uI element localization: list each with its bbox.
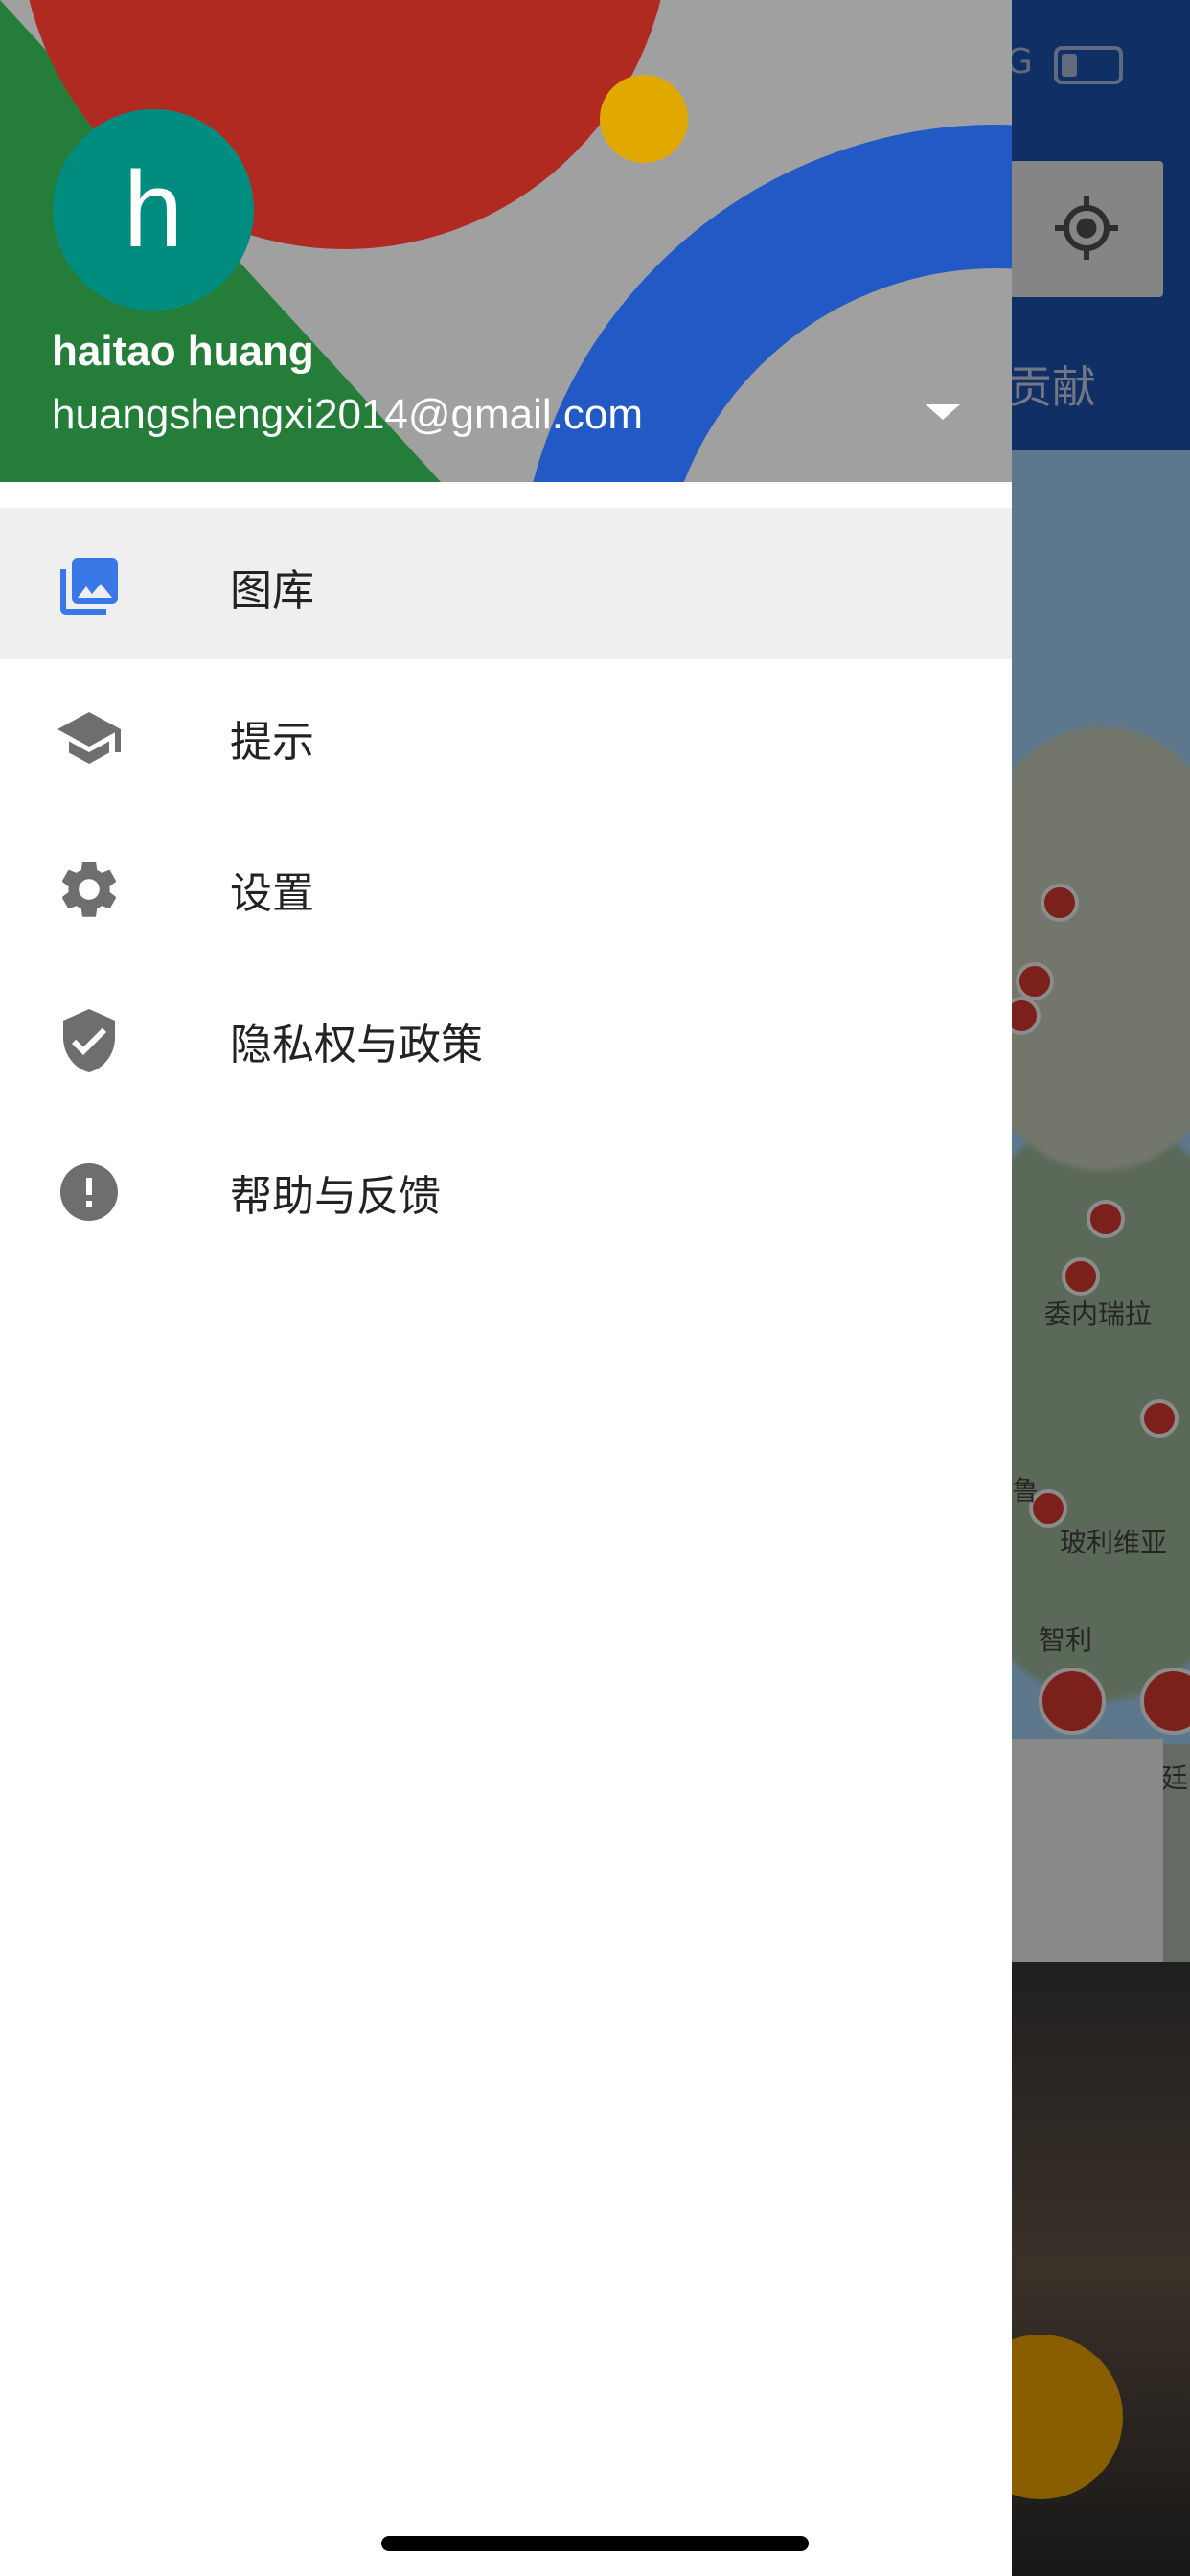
menu-item-label: 隐私权与政策 (230, 1021, 483, 1070)
menu-item-label: 帮助与反馈 (230, 1172, 441, 1221)
menu-item-gallery[interactable]: 图库 (0, 508, 1012, 659)
avatar[interactable]: h (53, 109, 254, 310)
shield-check-icon (63, 1009, 115, 1072)
menu-item-label: 提示 (230, 718, 314, 767)
home-indicator[interactable] (381, 2536, 809, 2551)
menu-item-settings[interactable]: 设置 (0, 811, 1012, 962)
photo-library-icon (60, 558, 118, 615)
screen: G 贡献 委内瑞拉 鲁 玻利维亚 智利 廷 h haitao huang hua… (0, 0, 1190, 2576)
account-switcher-dropdown-icon[interactable] (918, 395, 968, 433)
menu-item-label: 图库 (230, 566, 314, 615)
school-icon (57, 712, 121, 764)
drawer-header: h haitao huang huangshengxi2014@gmail.co… (0, 0, 1012, 482)
user-name: haitao huang (52, 328, 314, 375)
drawer-menu: 图库 提示 设置 隐私权与政策 帮助与反馈 (0, 508, 1012, 1265)
user-email: huangshengxi2014@gmail.com (52, 391, 644, 438)
gear-icon (61, 862, 117, 917)
alert-circle-icon (60, 1163, 118, 1221)
menu-item-label: 设置 (230, 869, 314, 918)
header-decoration (600, 75, 688, 163)
navigation-drawer: h haitao huang huangshengxi2014@gmail.co… (0, 0, 1012, 2576)
menu-item-help-feedback[interactable]: 帮助与反馈 (0, 1114, 1012, 1265)
menu-item-privacy-policy[interactable]: 隐私权与政策 (0, 962, 1012, 1114)
menu-item-tips[interactable]: 提示 (0, 659, 1012, 811)
